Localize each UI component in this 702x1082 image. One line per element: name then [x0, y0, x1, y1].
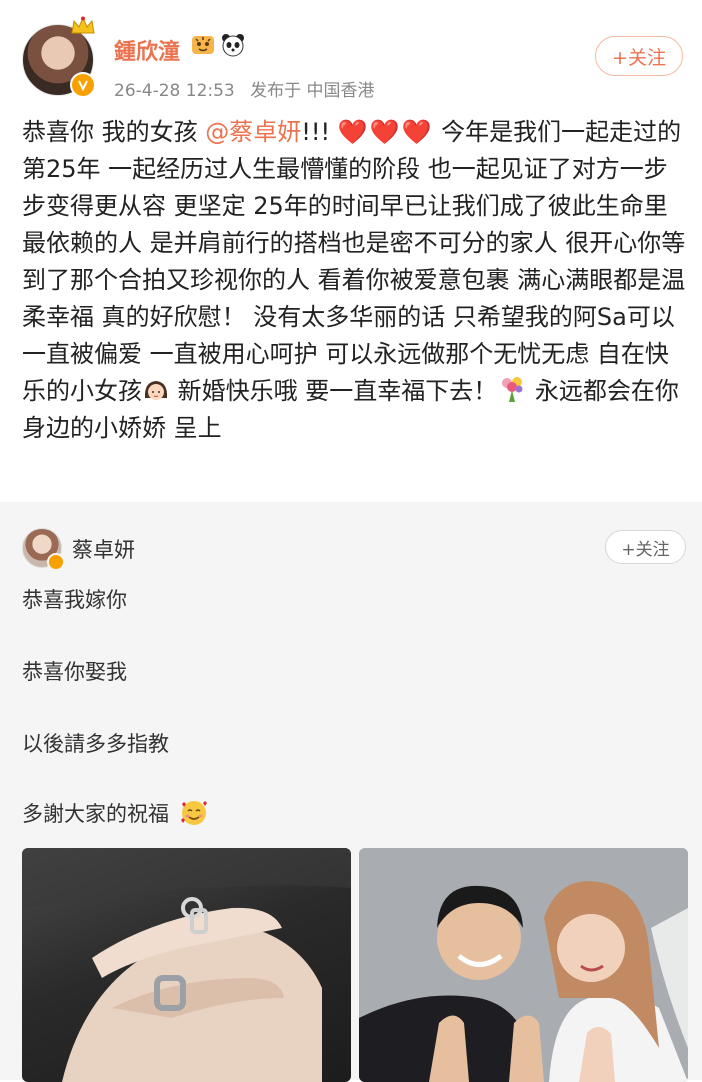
repost-text-line: 恭喜你娶我 [22, 660, 127, 684]
post-body: 恭喜你 我的女孩 @蔡卓妍!!! ❤️❤️❤️ 今年是我们一起走过的第25年 一… [22, 114, 687, 447]
reposted-weibo[interactable]: 蔡卓妍 +关注 恭喜我嫁你 恭喜你娶我 以後請多多指教 多謝大家的祝福 [0, 502, 702, 1082]
post-text-part: 今年是我们一起走过的第25年 一起经历过人生最懵懂的阶段 也一起见证了对方一步步… [22, 118, 686, 405]
hearts-emoji: ❤️❤️❤️ [337, 118, 434, 146]
author-avatar[interactable] [22, 16, 96, 98]
photo-rings[interactable] [22, 848, 351, 1082]
repost-text-line-last: 多謝大家的祝福 [22, 798, 209, 828]
photo-couple[interactable] [359, 848, 688, 1082]
repost-text-line: 恭喜我嫁你 [22, 588, 127, 612]
panda-badge-icon[interactable] [221, 33, 245, 57]
photo-couple-illustration [359, 848, 688, 1082]
author-name[interactable]: 鍾欣潼 [114, 34, 180, 66]
author-badges [191, 33, 245, 57]
repost-follow-button[interactable]: +关注 [605, 530, 686, 564]
repost-text-line: 以後請多多指教 [22, 732, 169, 756]
repost-author-name[interactable]: 蔡卓妍 [72, 534, 135, 564]
smiling-hearts-emoji-icon [181, 801, 207, 825]
verified-badge-icon [70, 72, 96, 98]
tiger-badge-icon[interactable] [191, 33, 215, 57]
post-location: 发布于 中国香港 [250, 81, 375, 101]
post-timestamp: 26-4-28 12:53 [114, 81, 235, 101]
weibo-post: 鍾欣潼 26-4-28 12:53 发布于 中国香港 +关注 恭喜你 我的女孩 … [0, 0, 702, 502]
bouquet-emoji-icon [502, 377, 523, 402]
mention-link[interactable]: @蔡卓妍 [205, 118, 301, 146]
photo-rings-illustration [22, 848, 351, 1082]
post-meta: 26-4-28 12:53 发布于 中国香港 [114, 76, 385, 101]
follow-button[interactable]: +关注 [595, 36, 683, 76]
verified-badge-icon [47, 553, 65, 571]
post-text-part: 恭喜你 我的女孩 [22, 118, 198, 146]
post-text-part: !!! [301, 118, 331, 146]
post-text-part: 新婚快乐哦 要一直幸福下去！ [170, 377, 498, 405]
girl-emoji-icon [144, 381, 168, 400]
repost-author-avatar[interactable] [22, 528, 65, 571]
crown-icon [71, 16, 95, 34]
repost-text: 多謝大家的祝福 [22, 802, 169, 826]
